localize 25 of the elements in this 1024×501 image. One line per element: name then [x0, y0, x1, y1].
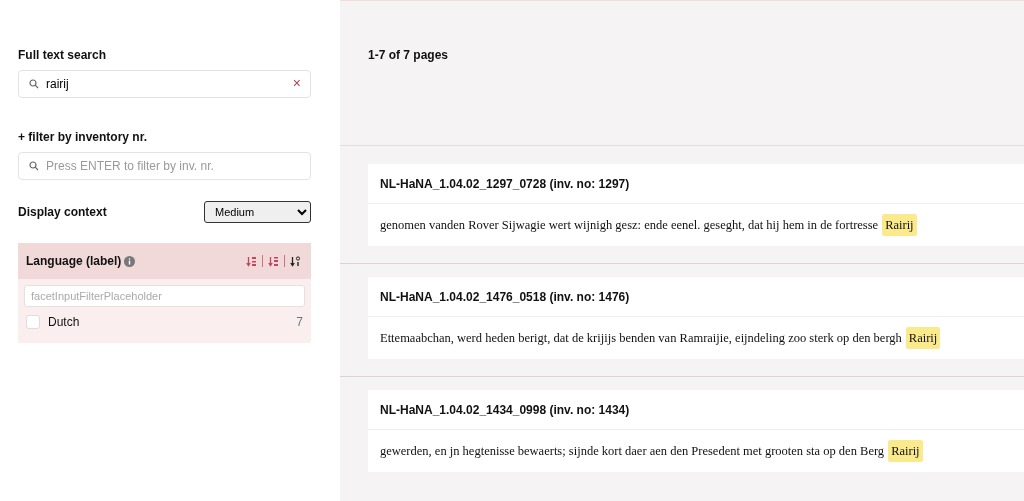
option-count: 7 — [296, 314, 303, 331]
option-label: Dutch — [48, 314, 81, 331]
filter-label: + filter by inventory nr. — [18, 129, 149, 146]
sort-button[interactable] — [288, 255, 303, 267]
snippet-text: gewerden, en jn hegtenisse bewaerts; sijnde kort daer aen den Presedent met grooten sta op den Berg — [380, 442, 885, 460]
highlighted-term: Rairij — [882, 213, 917, 237]
facet-filter-field[interactable]: facetInputFilterPlaceholder — [24, 285, 305, 307]
snippet-text: Ettemaabchan, werd heden berigt, dat de krijijs benden van Ramraijie, eijndeling zoo sterk op den bergh — [380, 329, 902, 347]
facet-title: Language (label) — [26, 253, 122, 270]
inventory-filter-field[interactable]: Press ENTER to filter by inv. nr. — [18, 152, 311, 180]
results-summary: 1-7 of 7 pages — [368, 47, 450, 64]
search-icon — [29, 79, 39, 89]
search-icon — [29, 161, 39, 171]
search-label: Full text search — [18, 47, 108, 64]
result-title[interactable]: NL-HaNA_1.04.02_1434_0998 (inv. no: 1434) — [368, 390, 1024, 430]
checkbox[interactable] — [26, 315, 40, 329]
context-select[interactable]: Medium — [204, 201, 311, 223]
result-title[interactable]: NL-HaNA_1.04.02_1476_0518 (inv. no: 1476) — [368, 277, 1024, 317]
result-title[interactable]: NL-HaNA_1.04.02_1297_0728 (inv. no: 1297) — [368, 164, 1024, 204]
info-icon[interactable] — [124, 255, 136, 267]
clear-button[interactable]: × — [292, 76, 301, 90]
highlighted-term: Rairij — [905, 326, 941, 350]
snippet-text: genomen vanden Rover Sijwagie wert wijnigh gesz: ende eenel. geseght, dat hij hem in de fortresse — [380, 216, 879, 234]
display-context-label: Display context — [18, 204, 107, 221]
highlighted-term: Rairij — [888, 439, 923, 463]
